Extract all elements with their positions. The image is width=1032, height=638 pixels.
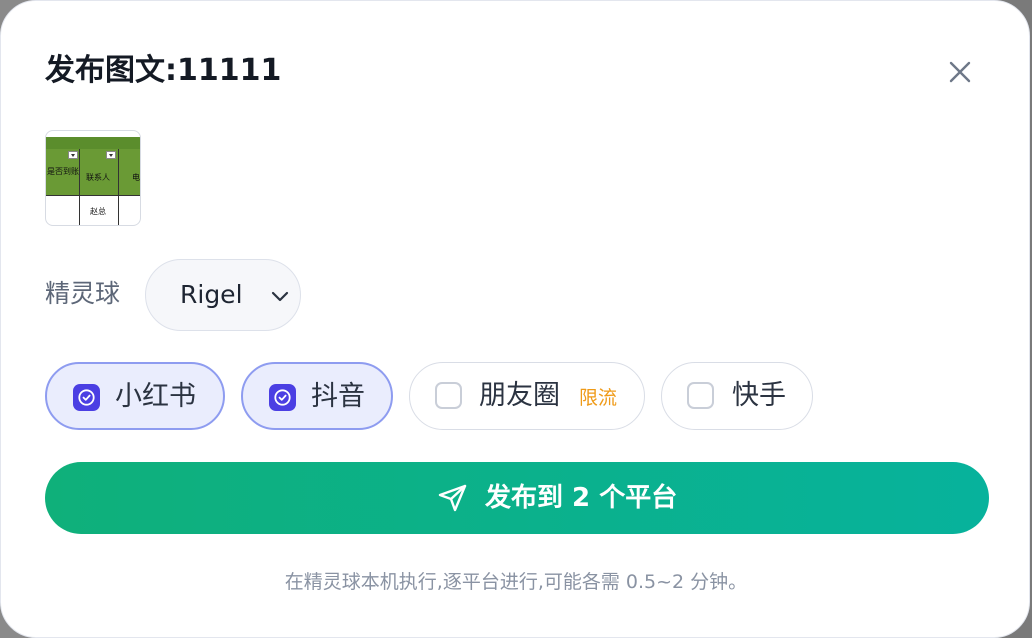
platform-chip-kuaishou[interactable]: 快手 bbox=[661, 362, 813, 430]
thumbnail-gridline bbox=[79, 149, 80, 225]
platform-chip-xiaohongshu[interactable]: 小红书 bbox=[45, 362, 225, 430]
close-button[interactable] bbox=[941, 53, 979, 91]
spirit-select[interactable]: Rigel bbox=[145, 259, 301, 331]
rate-limited-badge: 限流 bbox=[579, 387, 618, 409]
thumbnail-gridline bbox=[46, 195, 140, 196]
publish-button-label: 发布到 2 个平台 bbox=[485, 483, 678, 513]
platform-label: 快手 bbox=[732, 380, 786, 411]
chevron-down-icon bbox=[271, 291, 289, 302]
platform-label: 朋友圈 bbox=[479, 380, 560, 411]
filter-dropdown-icon bbox=[68, 151, 78, 159]
thumbnail-cell: 是否到账 bbox=[47, 167, 79, 176]
platform-label: 抖音 bbox=[311, 381, 365, 412]
publish-dialog: 发布图文:11111 是否到账 联系人 电 赵总 精灵球 Rigel 小红书 抖… bbox=[0, 0, 1030, 638]
filter-dropdown-icon bbox=[106, 151, 116, 159]
platform-chip-douyin[interactable]: 抖音 bbox=[241, 362, 393, 430]
thumbnail-header-band bbox=[46, 137, 140, 149]
checkbox-unchecked[interactable] bbox=[435, 382, 462, 409]
hint-text: 在精灵球本机执行,逐平台进行,可能各需 0.5~2 分钟。 bbox=[284, 571, 748, 593]
image-thumbnail[interactable]: 是否到账 联系人 电 赵总 bbox=[45, 130, 141, 226]
checkbox-checked[interactable] bbox=[73, 384, 100, 411]
check-circle-icon bbox=[78, 389, 95, 406]
platform-label: 小红书 bbox=[115, 381, 196, 412]
spirit-select-value: Rigel bbox=[180, 280, 243, 309]
thumbnail-gridline bbox=[118, 149, 119, 225]
checkbox-checked[interactable] bbox=[269, 384, 296, 411]
spirit-label: 精灵球 bbox=[45, 279, 121, 308]
send-icon bbox=[438, 484, 467, 512]
publish-button[interactable]: 发布到 2 个平台 bbox=[45, 462, 989, 534]
thumbnail-cell: 联系人 bbox=[86, 173, 110, 182]
dialog-title: 发布图文:11111 bbox=[45, 53, 282, 88]
checkbox-unchecked[interactable] bbox=[687, 382, 714, 409]
check-circle-icon bbox=[274, 389, 291, 406]
thumbnail-cell: 电 bbox=[132, 173, 140, 182]
close-icon bbox=[949, 61, 971, 83]
thumbnail-cell: 赵总 bbox=[90, 207, 106, 216]
platform-chip-moments[interactable]: 朋友圈 限流 bbox=[409, 362, 645, 430]
